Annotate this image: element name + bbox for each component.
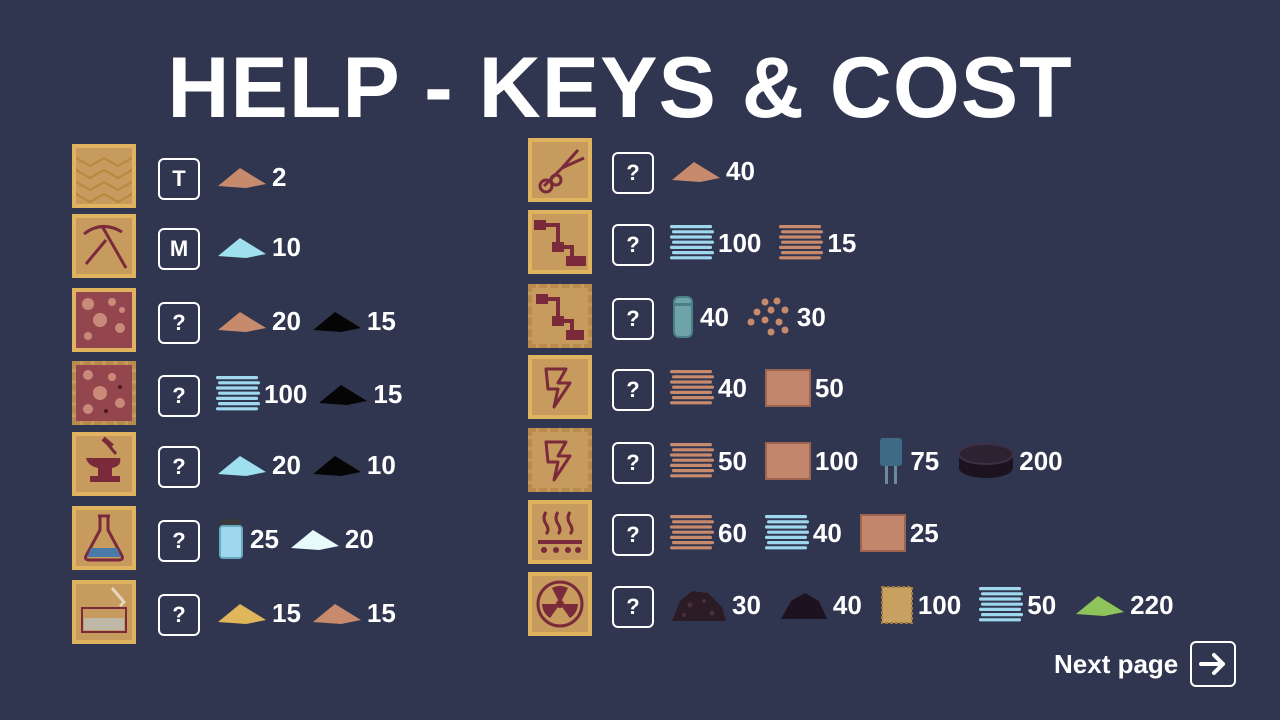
cutter-tile[interactable] — [528, 138, 592, 202]
cost-amount: 200 — [1019, 445, 1063, 476]
cost-item: 25 — [859, 514, 939, 552]
cost-item: 50 — [764, 369, 844, 407]
cost-row: ? 40 50 — [528, 355, 1228, 421]
cost-amount: 220 — [1130, 589, 1174, 620]
cost-item: 60 — [670, 513, 747, 553]
cost-amount: 40 — [700, 301, 729, 332]
reinforced-pipe-icon — [536, 294, 584, 340]
cutter-icon — [538, 149, 585, 194]
coil-disc-icon — [957, 442, 1015, 480]
radiation-icon — [536, 580, 584, 628]
cost-list: 100 15 — [670, 210, 856, 276]
copper-block-icon — [764, 442, 811, 480]
right-cost-list: ? 40? 100 15? 40 30? 40 50? 50 100 75 200? 60 40 25? 30… — [0, 0, 1280, 720]
capacitor-icon — [876, 436, 906, 486]
cost-amount: 75 — [910, 445, 940, 476]
cost-list: 30 40 100 50 220 — [670, 572, 1174, 638]
cost-amount: 40 — [726, 155, 755, 186]
cost-row: ? 40 30 — [528, 284, 1228, 350]
cardboard-panel-icon — [880, 585, 914, 625]
reinforced-power-icon — [544, 440, 572, 482]
battery-cell-icon — [670, 295, 696, 339]
cost-list: 60 40 25 — [670, 500, 939, 566]
cost-amount: 40 — [718, 372, 747, 403]
reinforced-pipe-tile[interactable] — [528, 284, 592, 348]
next-page-label[interactable]: Next page — [1054, 649, 1178, 680]
cost-item: 40 — [779, 587, 862, 623]
dark-rock-icon — [779, 587, 829, 623]
cost-amount: 15 — [827, 227, 857, 258]
cost-item: 100 — [670, 223, 761, 263]
cost-item: 40 — [670, 156, 755, 187]
hotkey-badge: ? — [612, 514, 654, 556]
cost-row: ? 30 40 100 50 220 — [528, 572, 1228, 638]
cost-list: 50 100 75 200 — [670, 428, 1063, 494]
cost-list: 40 30 — [670, 284, 826, 350]
hotkey-badge: ? — [612, 369, 654, 411]
cost-item: 50 — [670, 441, 747, 481]
hotkey-badge: ? — [612, 152, 654, 194]
cost-amount: 50 — [1027, 589, 1057, 620]
cost-amount: 30 — [732, 589, 761, 620]
copper-block-icon — [764, 369, 811, 407]
cost-row: ? 50 100 75 200 — [528, 428, 1228, 494]
ore-rock-icon — [670, 585, 728, 625]
green-pile-icon — [1074, 592, 1126, 618]
copper-block-icon — [859, 514, 906, 552]
cost-row: ? 60 40 25 — [528, 500, 1228, 566]
heater-tile[interactable] — [528, 500, 592, 564]
cost-item: 30 — [670, 585, 761, 625]
copper-plates-icon — [779, 223, 824, 263]
cost-amount: 40 — [812, 517, 842, 548]
reinforced-power-tile[interactable] — [528, 428, 592, 492]
hotkey-badge: ? — [612, 224, 654, 266]
cost-item: 75 — [876, 436, 939, 486]
cost-item: 15 — [779, 223, 856, 263]
cost-amount: 100 — [814, 445, 859, 476]
pipe-icon — [534, 220, 586, 266]
copper-pellets-icon — [747, 296, 793, 338]
cost-row: ? 100 15 — [528, 210, 1228, 276]
cost-amount: 30 — [796, 301, 826, 332]
cost-amount: 50 — [814, 372, 844, 403]
cost-item: 50 — [979, 585, 1056, 625]
cost-row: ? 40 — [528, 138, 1228, 204]
cost-item: 40 — [670, 368, 747, 408]
blue-plates-icon — [764, 513, 809, 553]
radiation-tile[interactable] — [528, 572, 592, 636]
cost-item: 40 — [764, 513, 842, 553]
copper-plates-icon — [670, 368, 714, 408]
copper-plates-icon — [670, 513, 714, 553]
power-tile[interactable] — [528, 355, 592, 419]
cost-item: 100 — [764, 442, 859, 480]
power-icon — [544, 367, 572, 409]
arrow-right-icon — [1199, 653, 1226, 675]
next-page-button[interactable] — [1190, 641, 1237, 687]
cost-item: 100 — [880, 585, 961, 625]
cost-amount: 100 — [718, 227, 762, 258]
cost-list: 40 — [670, 138, 755, 204]
cost-item: 30 — [747, 296, 826, 338]
cost-amount: 50 — [718, 445, 747, 476]
heater-icon — [538, 511, 582, 553]
cost-amount: 40 — [832, 589, 862, 620]
hotkey-badge: ? — [612, 298, 654, 340]
cost-amount: 60 — [718, 517, 747, 548]
blue-plates-icon — [979, 585, 1024, 625]
cost-list: 40 50 — [670, 355, 844, 421]
pipe-tile[interactable] — [528, 210, 592, 274]
cost-amount: 100 — [917, 589, 962, 620]
cost-item: 220 — [1074, 589, 1174, 621]
cost-item: 200 — [957, 442, 1063, 480]
blue-plates-icon — [670, 223, 714, 263]
cost-item: 40 — [670, 295, 729, 339]
hotkey-badge: ? — [612, 586, 654, 628]
next-page[interactable]: Next page — [1054, 640, 1237, 688]
copper-plates-icon — [670, 441, 714, 481]
hotkey-badge: ? — [612, 442, 654, 484]
cost-amount: 25 — [909, 517, 939, 548]
clay-pile-icon — [670, 158, 722, 184]
